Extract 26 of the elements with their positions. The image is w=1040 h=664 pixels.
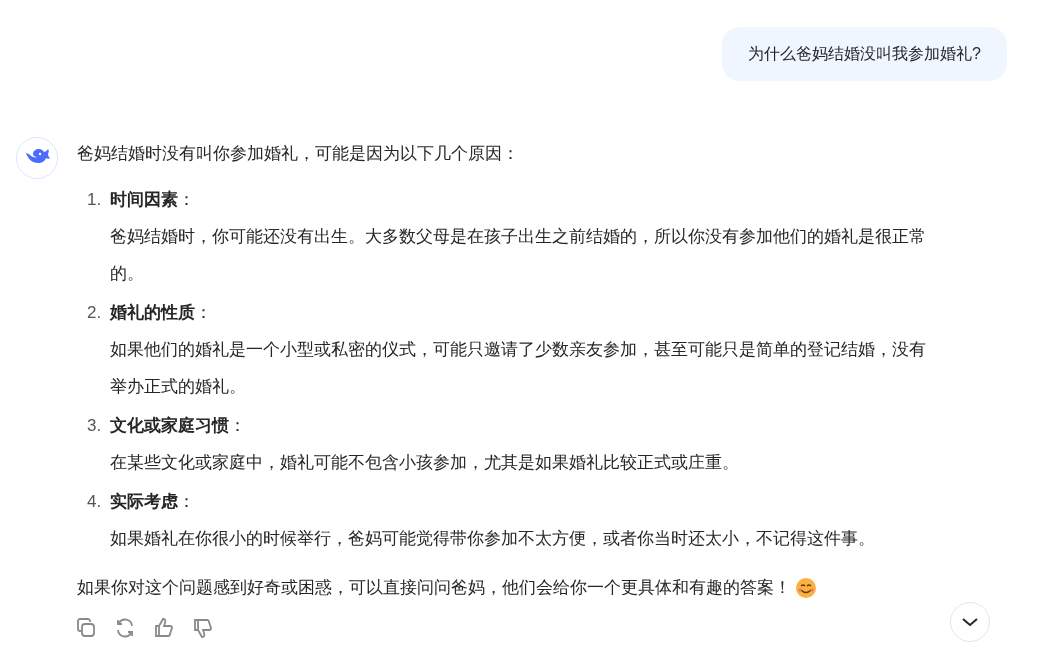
colon: ：	[229, 415, 246, 437]
point-body: 如果婚礼在你很小的时候举行，爸妈可能觉得带你参加不太方便，或者你当时还太小，不记得这件事。	[110, 528, 876, 550]
copy-button[interactable]	[75, 617, 97, 639]
thumbs-down-button[interactable]	[192, 617, 214, 639]
point-title: 文化或家庭习惯	[110, 415, 229, 437]
colon: ：	[195, 302, 212, 324]
list-number: 3.	[86, 415, 103, 437]
answer-closing: 如果你对这个问题感到好奇或困惑，可以直接问问爸妈，他们会给你一个更具体和有趣的答案！	[77, 577, 791, 599]
scroll-down-button[interactable]	[950, 602, 990, 642]
point-title: 时间因素	[110, 189, 178, 211]
point-body: 爸妈结婚时，你可能还没有出生。大多数父母是在孩子出生之前结婚的，所以你没有参加他们的婚礼是很正常的。	[110, 226, 927, 285]
chevron-down-icon	[961, 617, 979, 627]
list-number: 2.	[86, 302, 103, 324]
point-title: 婚礼的性质	[110, 302, 195, 324]
answer-intro: 爸妈结婚时没有叫你参加婚礼，可能是因为以下几个原因：	[77, 143, 520, 165]
smiling-face-icon	[795, 577, 817, 599]
user-message-bubble: 为什么爸妈结婚没叫我参加婚礼?	[722, 27, 1007, 81]
colon: ：	[178, 491, 195, 513]
list-number: 4.	[86, 491, 103, 513]
point-body: 如果他们的婚礼是一个小型或私密的仪式，可能只邀请了少数亲友参加，甚至可能只是简单的登记结婚，没有举办正式的婚礼。	[110, 339, 927, 398]
point-body: 在某些文化或家庭中，婚礼可能不包含小孩参加，尤其是如果婚礼比较正式或庄重。	[110, 452, 740, 474]
point-title: 实际考虑	[110, 491, 178, 513]
list-number: 1.	[86, 189, 103, 211]
thumbs-up-button[interactable]	[153, 617, 175, 639]
colon: ：	[178, 189, 195, 211]
refresh-button[interactable]	[114, 617, 136, 639]
